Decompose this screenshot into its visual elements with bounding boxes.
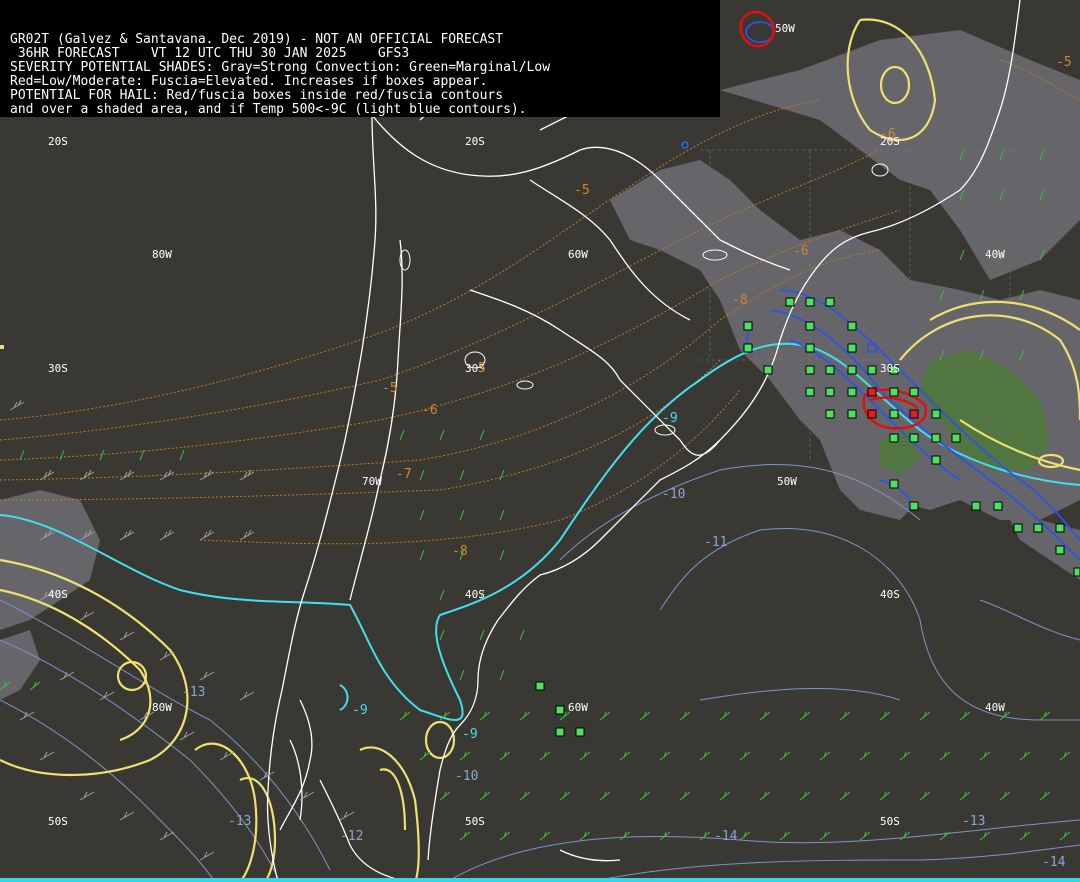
contour-label: -9 [662, 411, 678, 426]
lon-label: 70W [362, 475, 382, 488]
contour-label: -10 [662, 487, 685, 502]
contour-label: -8 [732, 293, 748, 308]
contour-label: -5 [470, 361, 486, 376]
contour-label: -6 [880, 127, 896, 142]
contour-label: -9 [352, 703, 368, 718]
lon-label: 50W [777, 475, 797, 488]
contour-label: -5 [382, 381, 398, 396]
lon-label: 80W [152, 701, 172, 714]
header-line-hail: POTENTIAL FOR HAIL: Red/fuscia boxes ins… [10, 89, 504, 103]
lon-label: 60W [568, 701, 588, 714]
lat-label: 50S [465, 815, 485, 828]
lat-label: 50S [48, 815, 68, 828]
header-line-forecast: 36HR FORECAST VT 12 UTC THU 30 JAN 2025 … [10, 47, 410, 61]
contour-label: -13 [962, 814, 985, 829]
lat-label: 20S [48, 135, 68, 148]
contour-label: -9 [462, 727, 478, 742]
contour-label: -5 [574, 183, 590, 198]
header-line-legend: Red=Low/Moderate: Fuscia=Elevated. Incre… [10, 75, 488, 89]
header-line-hail-note: and over a shaded area, and if Temp 500<… [10, 103, 527, 117]
map-canvas: 20S 20S 20S 50W 80W 60W 40W 30S 30S 30S … [0, 0, 1080, 882]
lat-label: 40S [465, 588, 485, 601]
lat-label: 40S [48, 588, 68, 601]
header-line-title: GR02T (Galvez & Santavana. Dec 2019) - N… [10, 33, 504, 47]
contour-label: -13 [182, 685, 205, 700]
header-line-severity: SEVERITY POTENTIAL SHADES: Gray=Strong C… [10, 61, 551, 75]
contour-label: -7 [396, 467, 412, 482]
lon-label: 40W [985, 248, 1005, 261]
lat-label: 40S [880, 588, 900, 601]
lat-label: 20S [465, 135, 485, 148]
contour-label: -14 [1042, 855, 1066, 870]
contour-label: -13 [228, 814, 251, 829]
contour-label: -14 [714, 829, 738, 844]
contour-label: -5 [1056, 55, 1072, 70]
contour-label: -6 [422, 403, 438, 418]
lon-label: 40W [985, 701, 1005, 714]
lat-label: 30S [48, 362, 68, 375]
marker-yellow-tick [0, 345, 4, 349]
contour-label: -12 [340, 829, 363, 844]
bottom-border [0, 878, 1080, 882]
contour-label: -8 [452, 544, 468, 559]
lat-label: 50S [880, 815, 900, 828]
contour-label: -11 [704, 535, 727, 550]
contour-label: -10 [455, 769, 478, 784]
lon-label: 60W [568, 248, 588, 261]
lon-label: 80W [152, 248, 172, 261]
lon-label: 50W [775, 22, 795, 35]
forecast-header: GR02T (Galvez & Santavana. Dec 2019) - N… [0, 0, 720, 117]
lat-label: 30S [880, 362, 900, 375]
contour-label: -6 [793, 244, 809, 259]
forecast-map: 20S 20S 20S 50W 80W 60W 40W 30S 30S 30S … [0, 0, 1080, 882]
